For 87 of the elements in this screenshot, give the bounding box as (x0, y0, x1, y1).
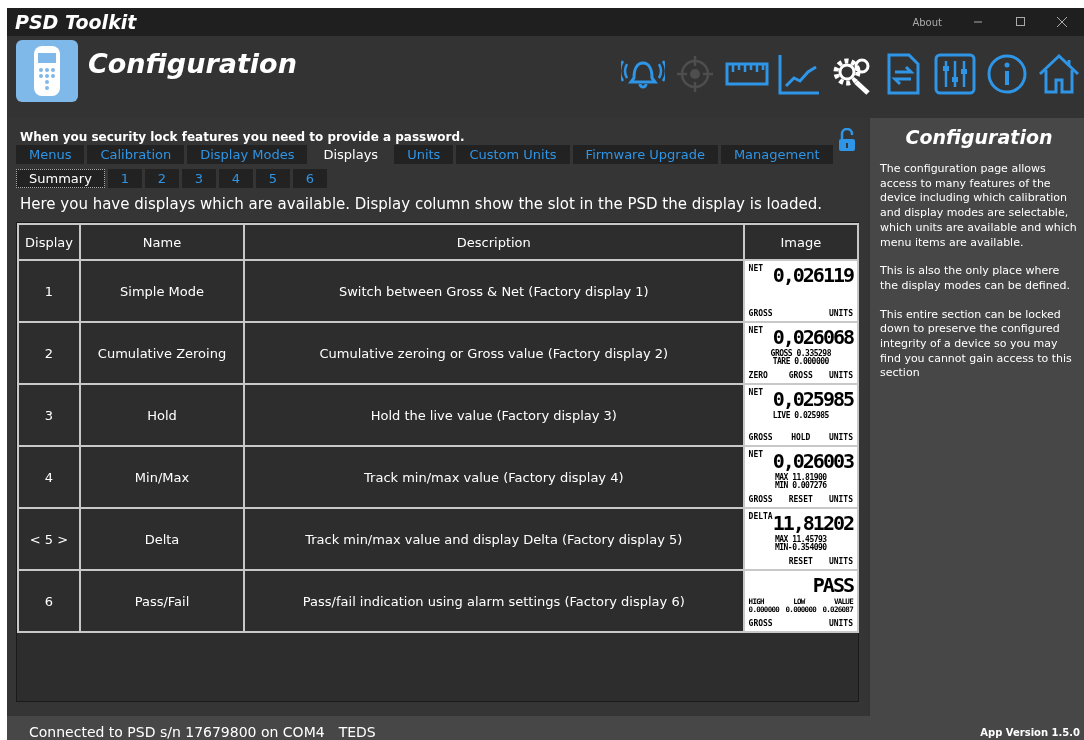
lcd-reading: 11,81202 (772, 512, 853, 535)
lcd-text: LIVE 0.025985 (772, 411, 829, 420)
lcd-reading: 0,026068 (772, 326, 853, 349)
lcd-softkey-label: UNITS (827, 496, 853, 504)
column-header: Description (244, 224, 744, 260)
lcd-softkey-label: UNITS (827, 620, 853, 628)
app-title: PSD Toolkit (14, 11, 137, 33)
lcd-softkey-label: GROSS (787, 372, 814, 380)
lcd-softkey-label: RESET (787, 558, 814, 566)
lcd-reading: 0,026119 (772, 264, 853, 287)
table-cell: Track min/max value (Factory display 4) (244, 446, 744, 508)
lcd-softkey-label: ZERO (748, 372, 769, 380)
column-header: Display (18, 224, 80, 260)
lcd-softkey-label: GROSS (748, 434, 774, 442)
close-icon[interactable] (1056, 16, 1068, 28)
unlocked-padlock-icon[interactable] (838, 128, 856, 152)
table-cell: Cumulative zeroing or Gross value (Factory display 2) (244, 322, 744, 384)
lcd-label: NET (748, 450, 764, 459)
subtab[interactable]: Summary (16, 169, 105, 188)
table-cell: 3 (18, 384, 80, 446)
tab[interactable]: Display Modes (187, 145, 308, 164)
subtab[interactable]: 2 (144, 169, 179, 188)
table-cell: 4 (18, 446, 80, 508)
lcd-label: NET (748, 264, 764, 273)
lcd-reading: 0,025985 (772, 388, 853, 411)
table-cell: < 5 > (18, 508, 80, 570)
table-cell: Track min/max value and display Delta (Factory display 5) (244, 508, 744, 570)
table-cell: 1 (18, 260, 80, 322)
line-chart-icon[interactable] (776, 52, 821, 96)
sliders-icon[interactable] (932, 52, 977, 96)
tab[interactable]: Management (720, 145, 833, 164)
table-cell: Delta (80, 508, 244, 570)
lcd-softkey-label: RESET (787, 496, 814, 504)
subtab[interactable]: 1 (107, 169, 142, 188)
home-icon[interactable] (1036, 52, 1081, 96)
app-version: App Version 1.5.0 (980, 727, 1080, 740)
lcd-softkey-label: HOLD (790, 434, 812, 442)
maximize-icon[interactable] (1014, 16, 1026, 28)
subtab[interactable]: 4 (218, 169, 253, 188)
mode-status: TEDS (338, 724, 376, 740)
lcd-text: MAX 11.45793 (774, 535, 827, 544)
table-cell: Simple Mode (80, 260, 244, 322)
table-cell: Hold (80, 384, 244, 446)
lcd-text: MAX 11.81900 (774, 473, 827, 482)
table-cell: Pass/fail indication using alarm settings (Factory display 6) (244, 570, 744, 632)
page-title: Configuration (88, 48, 297, 79)
lcd-softkey-label: GROSS (748, 620, 774, 628)
tab[interactable]: Units (394, 145, 454, 164)
help-paragraph: This entire section can be locked down to preserve the configured integrity of a device so you may find you cannot gain access to this section (880, 307, 1073, 382)
lcd-text: MIN 0.007276 (774, 481, 827, 490)
lcd-softkey-label: GROSS (748, 310, 774, 318)
intro-text: Here you have displays which are available. Display column show the slot in the PSD the display is loaded. (19, 194, 824, 214)
lcd-softkey-label: UNITS (827, 558, 853, 566)
lcd-text: GROSS 0.335298 (770, 349, 831, 358)
tab[interactable]: Calibration (87, 145, 185, 164)
connection-status: Connected to PSD s/n 17679800 on COM4 (29, 724, 325, 740)
lcd-label: DELTA (748, 512, 773, 521)
table-cell: Hold the live value (Factory display 3) (244, 384, 744, 446)
table-cell: Cumulative Zeroing (80, 322, 244, 384)
lcd-softkey-label: UNITS (827, 372, 853, 380)
side-panel-title: Configuration (904, 126, 1054, 148)
table-cell: Pass/Fail (80, 570, 244, 632)
table-cell: Switch between Gross & Net (Factory display 1) (244, 260, 744, 322)
subtab[interactable]: 6 (292, 169, 327, 188)
device-logo-icon (16, 40, 78, 102)
column-header: Name (80, 224, 244, 260)
about-button[interactable]: About (912, 16, 942, 28)
table-cell: 2 (18, 322, 80, 384)
subtab[interactable]: 5 (255, 169, 290, 188)
subtab[interactable]: 3 (181, 169, 216, 188)
tab[interactable]: Custom Units (456, 145, 570, 164)
help-paragraph: This is also the only place where the display modes can be defined. (880, 264, 1071, 294)
lcd-label: NET (748, 388, 764, 397)
lcd-reading: PASS (812, 574, 853, 597)
lcd-reading: 0,026003 (772, 450, 853, 473)
lcd-softkey-label: UNITS (827, 310, 853, 318)
lcd-label: NET (748, 326, 764, 335)
table-cell: 6 (18, 570, 80, 632)
table-cell: Min/Max (80, 446, 244, 508)
lcd-text: MIN-0.354090 (774, 543, 827, 552)
tab[interactable]: Menus (16, 145, 85, 164)
notice-text: When you security lock features you need to provide a password. (19, 130, 465, 144)
tab[interactable]: Firmware Upgrade (572, 145, 718, 164)
lcd-text: TARE 0.000000 (772, 357, 829, 366)
lcd-softkey-label: GROSS (748, 496, 774, 504)
help-paragraph: The configuration page allows access to many features of the device including which calibration and display modes are selectable, which units are available and which menu items are available. (880, 162, 1078, 251)
lcd-softkey-label: UNITS (827, 434, 853, 442)
